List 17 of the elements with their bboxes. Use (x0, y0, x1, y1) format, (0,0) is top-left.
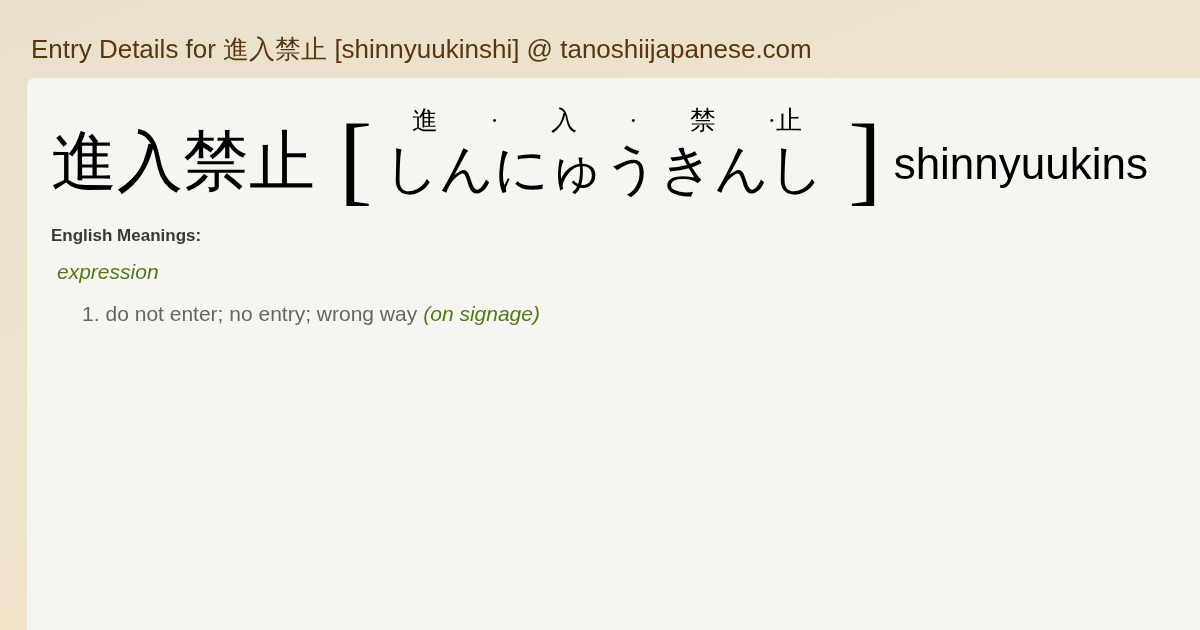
bracket: [ (339, 110, 373, 210)
sense-note: (on signage) (423, 302, 540, 326)
bracket: ] (848, 110, 882, 210)
furigana: 進 (412, 106, 439, 136)
furigana: ·止 (767, 106, 803, 136)
furigana: 禁 (689, 106, 716, 136)
sense-text: do not enter; no entry; wrong way (105, 302, 418, 326)
meanings-heading: English Meanings: (51, 226, 203, 246)
romaji-reading: shinnyuukins (893, 138, 1148, 190)
sense-number: 1. (82, 302, 100, 326)
furigana: · (628, 106, 638, 136)
reading-kana: しんにゅうきんし (384, 138, 825, 201)
page-title: Entry Details for 進入禁止 [shinnyuukinshi] @ tanoshiijapanese.com (30, 33, 813, 66)
entry-word: 進入禁止 (51, 122, 315, 202)
part-of-speech: expression (57, 260, 160, 284)
furigana: · (490, 106, 499, 136)
furigana: 入 (550, 106, 577, 136)
